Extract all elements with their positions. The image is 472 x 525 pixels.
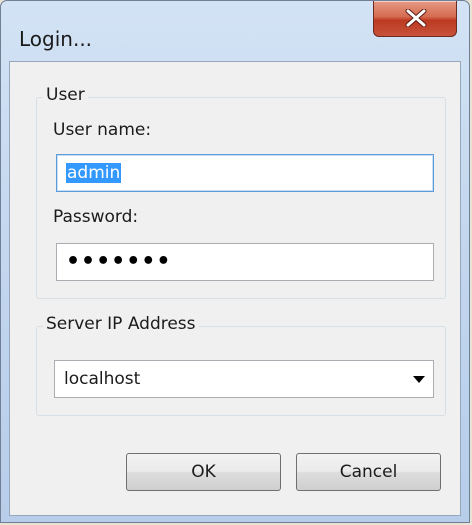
login-dialog: Login... User User name: admin Password:… bbox=[0, 0, 470, 523]
chevron-down-icon[interactable] bbox=[413, 376, 425, 384]
username-value: admin bbox=[66, 163, 122, 183]
server-ip-value: localhost bbox=[64, 369, 141, 389]
cancel-button[interactable]: Cancel bbox=[296, 453, 441, 491]
server-ip-select[interactable]: localhost bbox=[54, 360, 434, 398]
password-value: ••••••• bbox=[66, 249, 172, 274]
password-label: Password: bbox=[53, 207, 139, 227]
user-group-legend: User bbox=[43, 85, 88, 105]
password-field[interactable]: ••••••• bbox=[56, 243, 434, 281]
username-field[interactable]: admin bbox=[56, 154, 434, 192]
close-button[interactable] bbox=[373, 1, 457, 37]
username-label: User name: bbox=[53, 120, 152, 140]
title-bar[interactable]: Login... bbox=[1, 1, 469, 61]
window-title: Login... bbox=[19, 27, 93, 51]
close-icon bbox=[405, 9, 427, 27]
ok-button[interactable]: OK bbox=[126, 453, 281, 491]
dialog-body: User User name: admin Password: ••••••• … bbox=[9, 61, 461, 516]
server-group-legend: Server IP Address bbox=[43, 314, 199, 334]
